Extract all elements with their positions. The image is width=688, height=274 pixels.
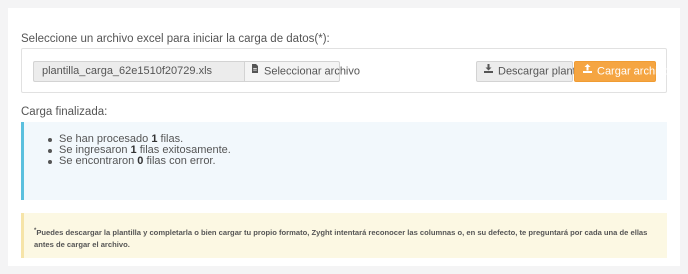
upload-file-label: Cargar archivo [597, 65, 670, 78]
file-name-field[interactable]: plantilla_carga_62e1510f20729.xls [33, 61, 245, 82]
upload-file-button[interactable]: Cargar archivo [574, 61, 669, 82]
status-label: Carga finalizada: [21, 106, 108, 118]
file-icon [251, 61, 259, 80]
note-box: *Puedes descargar la plantilla y complet… [21, 213, 667, 258]
upload-prompt: Seleccione un archivo excel para iniciar… [21, 33, 330, 45]
select-file-label: Seleccionar archivo [264, 65, 360, 78]
result-list: Se han procesado 1 filas. Se ingresaron … [45, 134, 231, 167]
result-box: Se han procesado 1 filas. Se ingresaron … [21, 122, 667, 200]
upload-icon [583, 61, 592, 80]
select-file-button[interactable]: Seleccionar archivo [244, 61, 360, 82]
upload-panel: Seleccione un archivo excel para iniciar… [8, 8, 680, 266]
upload-box: plantilla_carga_62e1510f20729.xls Selecc… [21, 48, 669, 93]
download-template-button[interactable]: Descargar plantilla [476, 61, 589, 82]
note-text: *Puedes descargar la plantilla y complet… [34, 228, 648, 249]
download-icon [484, 61, 493, 80]
list-item: Se encontraron 0 filas con error. [45, 156, 231, 167]
